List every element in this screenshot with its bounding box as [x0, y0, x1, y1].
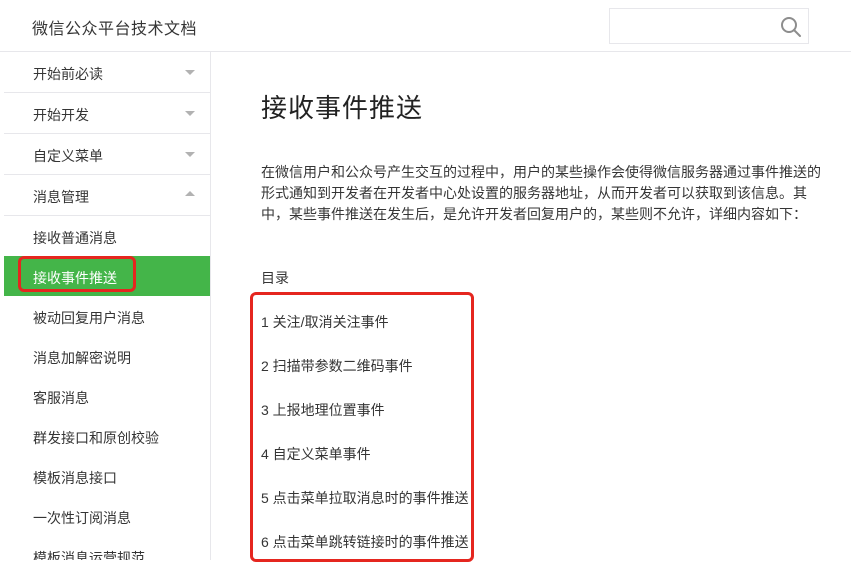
toc-item[interactable]: 4 自定义菜单事件: [261, 444, 491, 488]
sidebar-group-label: 开始开发: [33, 107, 89, 123]
sidebar-item-label: 接收普通消息: [33, 230, 117, 246]
search-icon[interactable]: [780, 16, 802, 38]
sidebar-item-receive-normal-message[interactable]: 接收普通消息: [0, 216, 210, 256]
sidebar-group-start-dev[interactable]: 开始开发: [4, 93, 210, 134]
sidebar-nav: 开始前必读 开始开发 自定义菜单 消息管理 接收普通消息 接收事件推送 被动回复…: [0, 52, 211, 560]
sidebar-item-receive-event-push[interactable]: 接收事件推送: [4, 256, 210, 296]
site-title[interactable]: 微信公众平台技术文档: [32, 15, 197, 39]
sidebar-item-label: 接收事件推送: [33, 270, 117, 286]
toc-heading: 目录: [261, 270, 289, 286]
top-header: 微信公众平台技术文档: [0, 0, 851, 52]
sidebar-item-template-ops-rules[interactable]: 模板消息运营规范: [0, 536, 210, 560]
sidebar-item-label: 客服消息: [33, 390, 89, 406]
main-content: 接收事件推送 在微信用户和公众号产生交互的过程中，用户的某些操作会使得微信服务器…: [212, 52, 851, 562]
chevron-down-icon: [185, 70, 195, 75]
sidebar-group-label: 自定义菜单: [33, 148, 103, 164]
toc-item[interactable]: 5 点击菜单拉取消息时的事件推送: [261, 488, 491, 532]
toc-item[interactable]: 2 扫描带参数二维码事件: [261, 356, 491, 400]
sidebar-item-message-encryption[interactable]: 消息加解密说明: [0, 336, 210, 376]
toc-item[interactable]: 3 上报地理位置事件: [261, 400, 491, 444]
page-title: 接收事件推送: [261, 93, 424, 123]
sidebar-group-label: 消息管理: [33, 189, 89, 205]
chevron-down-icon: [185, 152, 195, 157]
sidebar-item-one-time-subscribe[interactable]: 一次性订阅消息: [0, 496, 210, 536]
sidebar-group-message-management[interactable]: 消息管理: [4, 175, 210, 216]
sidebar-group-custom-menu[interactable]: 自定义菜单: [4, 134, 210, 175]
sidebar-item-label: 消息加解密说明: [33, 350, 131, 366]
chevron-down-icon: [185, 111, 195, 116]
toc-item[interactable]: 1 关注/取消关注事件: [261, 312, 491, 356]
toc-list: 1 关注/取消关注事件 2 扫描带参数二维码事件 3 上报地理位置事件 4 自定…: [261, 312, 491, 576]
sidebar-item-label: 模板消息运营规范: [33, 550, 145, 560]
sidebar-item-label: 模板消息接口: [33, 470, 117, 486]
search-input[interactable]: [610, 9, 770, 43]
sidebar-item-template-message[interactable]: 模板消息接口: [0, 456, 210, 496]
sidebar-item-label: 被动回复用户消息: [33, 310, 145, 326]
sidebar-item-label: 群发接口和原创校验: [33, 430, 159, 446]
sidebar-group-label: 开始前必读: [33, 66, 103, 82]
sidebar-item-passive-reply[interactable]: 被动回复用户消息: [0, 296, 210, 336]
intro-paragraph: 在微信用户和公众号产生交互的过程中，用户的某些操作会使得微信服务器通过事件推送的…: [261, 164, 821, 222]
chevron-up-icon: [185, 191, 195, 196]
toc-item[interactable]: 6 点击菜单跳转链接时的事件推送: [261, 532, 491, 576]
sidebar-item-customer-service[interactable]: 客服消息: [0, 376, 210, 416]
sidebar-item-label: 一次性订阅消息: [33, 510, 131, 526]
sidebar-item-mass-send[interactable]: 群发接口和原创校验: [0, 416, 210, 456]
search-box[interactable]: [609, 8, 809, 44]
sidebar-group-getting-started[interactable]: 开始前必读: [4, 52, 210, 93]
